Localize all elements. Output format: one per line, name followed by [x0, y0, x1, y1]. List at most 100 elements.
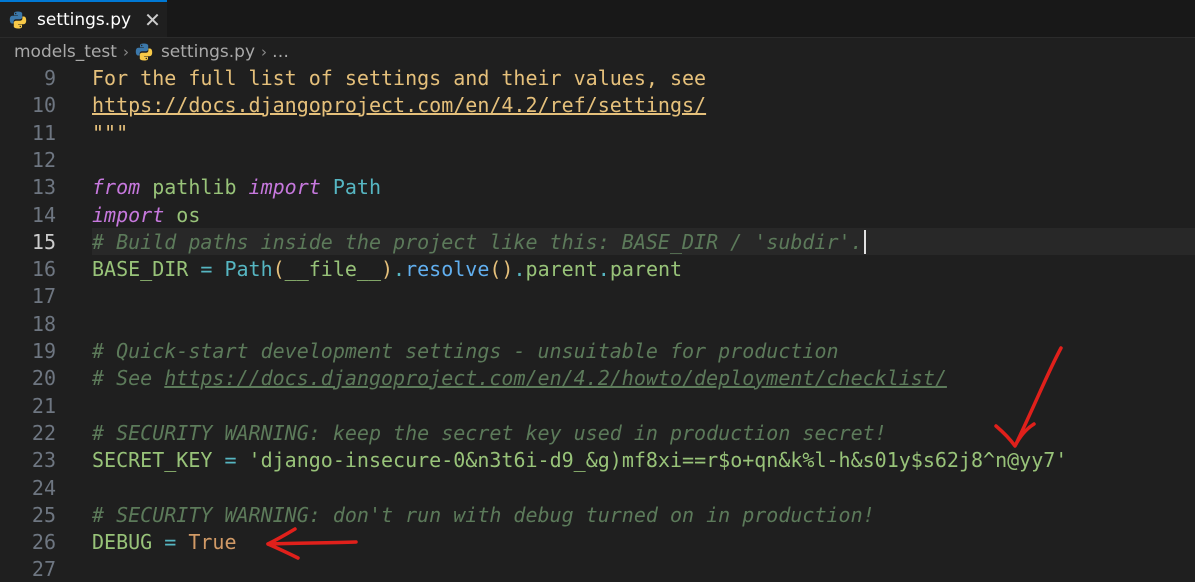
- code-token: https://docs.djangoproject.com/en/4.2/re…: [92, 92, 707, 117]
- line-number: 15: [31, 229, 56, 254]
- code-line[interactable]: 26 DEBUG = True: [0, 528, 1195, 555]
- line-number: 18: [31, 311, 56, 336]
- code-text: from pathlib import Path: [92, 173, 1195, 200]
- code-token: (: [272, 256, 285, 281]
- code-token: os: [164, 202, 201, 227]
- code-token: DEBUG: [92, 529, 153, 554]
- code-token: .: [597, 256, 610, 281]
- code-text: SECRET_KEY = 'django-insecure-0&n3t6i-d9…: [92, 446, 1195, 473]
- code-token: BASE_DIR: [92, 256, 189, 281]
- code-text: """: [92, 119, 1195, 146]
- breadcrumb-folder[interactable]: models_test: [14, 42, 117, 62]
- line-number: 21: [31, 393, 56, 418]
- code-line[interactable]: 16 BASE_DIR = Path(__file__). resolve(). pa…: [0, 255, 1195, 282]
- code-line[interactable]: 13 from pathlib import Path: [0, 173, 1195, 200]
- code-token: =: [212, 447, 249, 472]
- line-number: 20: [31, 365, 56, 390]
- line-number: 19: [31, 338, 56, 363]
- breadcrumb: models_test › settings.py › …: [0, 38, 1195, 66]
- code-token: parent: [609, 256, 683, 281]
- code-token: =: [152, 529, 189, 554]
- code-line[interactable]: 15 # Build paths inside the project like …: [0, 228, 1195, 255]
- python-file-icon: [135, 43, 153, 61]
- code-text: # See https://docs.djangoproject.com/en/…: [92, 364, 1195, 391]
- code-token: import: [248, 174, 321, 199]
- code-line[interactable]: 18: [0, 310, 1195, 337]
- chevron-right-icon: ›: [122, 43, 129, 61]
- code-token: .: [513, 256, 526, 281]
- code-text: # Build paths inside the project like th…: [92, 228, 1195, 255]
- code-line[interactable]: 25 # SECURITY WARNING: don't run with deb…: [0, 501, 1195, 528]
- code-line[interactable]: 27: [0, 555, 1195, 582]
- close-icon[interactable]: ✕: [144, 10, 161, 30]
- code-line[interactable]: 21: [0, 392, 1195, 419]
- code-token: https://docs.djangoproject.com/en/4.2/ho…: [164, 365, 947, 390]
- line-number: 23: [31, 447, 56, 472]
- code-line[interactable]: 24: [0, 474, 1195, 501]
- code-line[interactable]: 9 For the full list of settings and their…: [0, 64, 1195, 91]
- code-text: DEBUG = True: [92, 528, 1195, 555]
- code-line[interactable]: 17: [0, 282, 1195, 309]
- code-token: import: [92, 202, 165, 227]
- code-token: resolve: [405, 256, 490, 281]
- code-token: SECRET_KEY: [92, 447, 213, 472]
- code-token: """: [92, 120, 129, 145]
- tab-filename: settings.py: [37, 9, 132, 30]
- chevron-right-icon: ›: [261, 43, 268, 61]
- line-number: 24: [31, 475, 56, 500]
- code-line[interactable]: 12: [0, 146, 1195, 173]
- python-file-icon: [9, 11, 27, 29]
- breadcrumb-ellipsis[interactable]: …: [272, 42, 289, 62]
- editor-tab-bar: settings.py ✕: [0, 0, 1195, 38]
- code-text: import os: [92, 201, 1195, 228]
- code-text: # Quick-start development settings - uns…: [92, 337, 1195, 364]
- code-text: https://docs.djangoproject.com/en/4.2/re…: [92, 91, 1195, 118]
- code-line[interactable]: 10 https://docs.djangoproject.com/en/4.2/…: [0, 91, 1195, 118]
- code-editor[interactable]: 9 For the full list of settings and their…: [0, 64, 1195, 582]
- code-token: For the full list of settings and their …: [92, 65, 707, 90]
- line-number: 12: [31, 147, 56, 172]
- line-number: 26: [31, 529, 56, 554]
- line-number: 27: [31, 556, 56, 581]
- code-token: # SECURITY WARNING: keep the secret key …: [92, 420, 887, 445]
- code-token: __file__: [284, 256, 381, 281]
- code-line[interactable]: 23 SECRET_KEY = 'django-insecure-0&n3t6i-…: [0, 446, 1195, 473]
- code-token: # SECURITY WARNING: don't run with debug…: [92, 502, 875, 527]
- code-token: pathlib: [140, 174, 249, 199]
- code-text: # SECURITY WARNING: don't run with debug…: [92, 501, 1195, 528]
- code-line[interactable]: 14 import os: [0, 201, 1195, 228]
- code-line[interactable]: 20 # See https://docs.djangoproject.com/e…: [0, 364, 1195, 391]
- line-number: 14: [31, 202, 56, 227]
- code-text: BASE_DIR = Path(__file__). resolve(). pare…: [92, 255, 1195, 282]
- code-line[interactable]: 19 # Quick-start development settings - u…: [0, 337, 1195, 364]
- code-token: # Quick-start development settings - uns…: [92, 338, 839, 363]
- line-number: 13: [31, 174, 56, 199]
- code-token: =: [188, 256, 225, 281]
- code-token: (): [489, 256, 514, 281]
- code-token: # Build paths inside the project like th…: [92, 229, 863, 254]
- line-number: 11: [31, 120, 56, 145]
- text-cursor: [863, 229, 866, 254]
- tab-settings-py[interactable]: settings.py ✕: [0, 0, 167, 37]
- code-token: from: [92, 174, 141, 199]
- code-line[interactable]: 11 """: [0, 119, 1195, 146]
- breadcrumb-file[interactable]: settings.py: [161, 42, 255, 62]
- code-token: True: [188, 529, 237, 554]
- code-token: # See: [92, 365, 165, 390]
- code-text: For the full list of settings and their …: [92, 64, 1195, 91]
- code-token: parent: [525, 256, 598, 281]
- code-token: Path: [224, 256, 273, 281]
- line-number: 9: [43, 65, 56, 90]
- code-token: Path: [320, 174, 382, 199]
- line-number: 10: [31, 92, 56, 117]
- line-number: 25: [31, 502, 56, 527]
- code-line[interactable]: 22 # SECURITY WARNING: keep the secret ke…: [0, 419, 1195, 446]
- line-number: 17: [31, 283, 56, 308]
- code-text: # SECURITY WARNING: keep the secret key …: [92, 419, 1195, 446]
